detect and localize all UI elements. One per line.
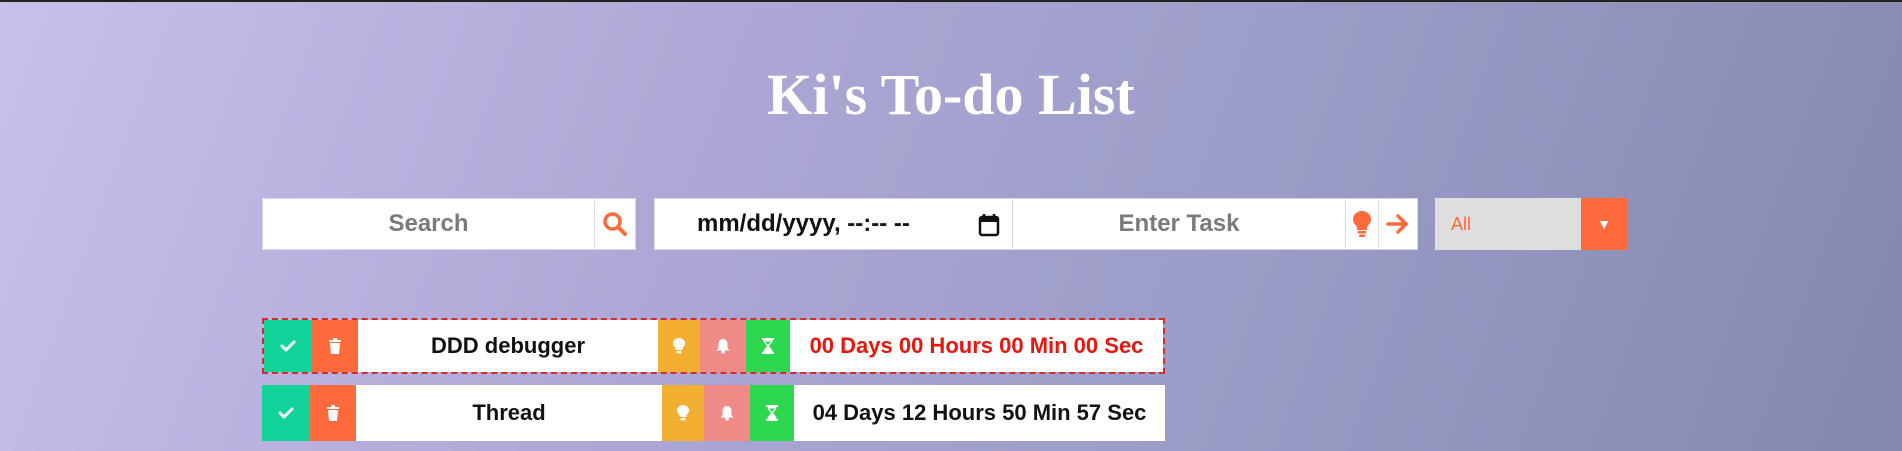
task-row: DDD debugger 00 Days 00 Hours 00 Min 00 … — [262, 318, 1165, 374]
timer-button[interactable] — [750, 385, 794, 441]
priority-button[interactable] — [1345, 198, 1379, 250]
arrow-right-icon — [1386, 214, 1408, 234]
timer-button[interactable] — [746, 320, 790, 372]
datetime-input[interactable]: mm/dd/yyyy, --:-- -- — [654, 198, 1013, 250]
search-input[interactable]: Search — [262, 198, 595, 250]
priority-button[interactable] — [662, 385, 704, 441]
task-input[interactable]: Enter Task — [1012, 198, 1346, 250]
add-task-button[interactable] — [1378, 198, 1418, 250]
task-row: Thread 04 Days 12 Hours 50 Min 57 Sec — [262, 385, 1165, 441]
task-name: Thread — [356, 385, 662, 441]
hourglass-icon — [762, 338, 774, 354]
lightbulb-icon — [1353, 211, 1371, 237]
trash-icon — [329, 338, 341, 354]
countdown-timer: 00 Days 00 Hours 00 Min 00 Sec — [790, 320, 1163, 372]
reminder-button[interactable] — [700, 320, 746, 372]
filter-select[interactable]: All ▼ — [1435, 198, 1627, 250]
task-name: DDD debugger — [358, 320, 658, 372]
lightbulb-icon — [673, 338, 685, 354]
countdown-timer: 04 Days 12 Hours 50 Min 57 Sec — [794, 385, 1165, 441]
complete-button[interactable] — [262, 385, 310, 441]
bell-icon — [720, 406, 734, 421]
datetime-placeholder: mm/dd/yyyy, --:-- -- — [697, 210, 910, 237]
hourglass-icon — [766, 405, 778, 421]
page-title: Ki's To-do List — [767, 62, 1135, 127]
search-icon — [603, 212, 627, 236]
calendar-icon[interactable] — [978, 213, 1000, 237]
lightbulb-icon — [677, 405, 689, 421]
chevron-down-icon[interactable]: ▼ — [1581, 198, 1627, 250]
delete-button[interactable] — [312, 320, 358, 372]
bell-icon — [716, 339, 730, 354]
priority-button[interactable] — [658, 320, 700, 372]
check-icon — [280, 340, 296, 352]
search-placeholder: Search — [388, 210, 469, 237]
reminder-button[interactable] — [704, 385, 750, 441]
search-button[interactable] — [594, 198, 636, 250]
filter-selected: All — [1435, 198, 1581, 250]
trash-icon — [327, 405, 339, 421]
task-placeholder: Enter Task — [1118, 210, 1240, 237]
delete-button[interactable] — [310, 385, 356, 441]
complete-button[interactable] — [264, 320, 312, 372]
check-icon — [278, 407, 294, 419]
